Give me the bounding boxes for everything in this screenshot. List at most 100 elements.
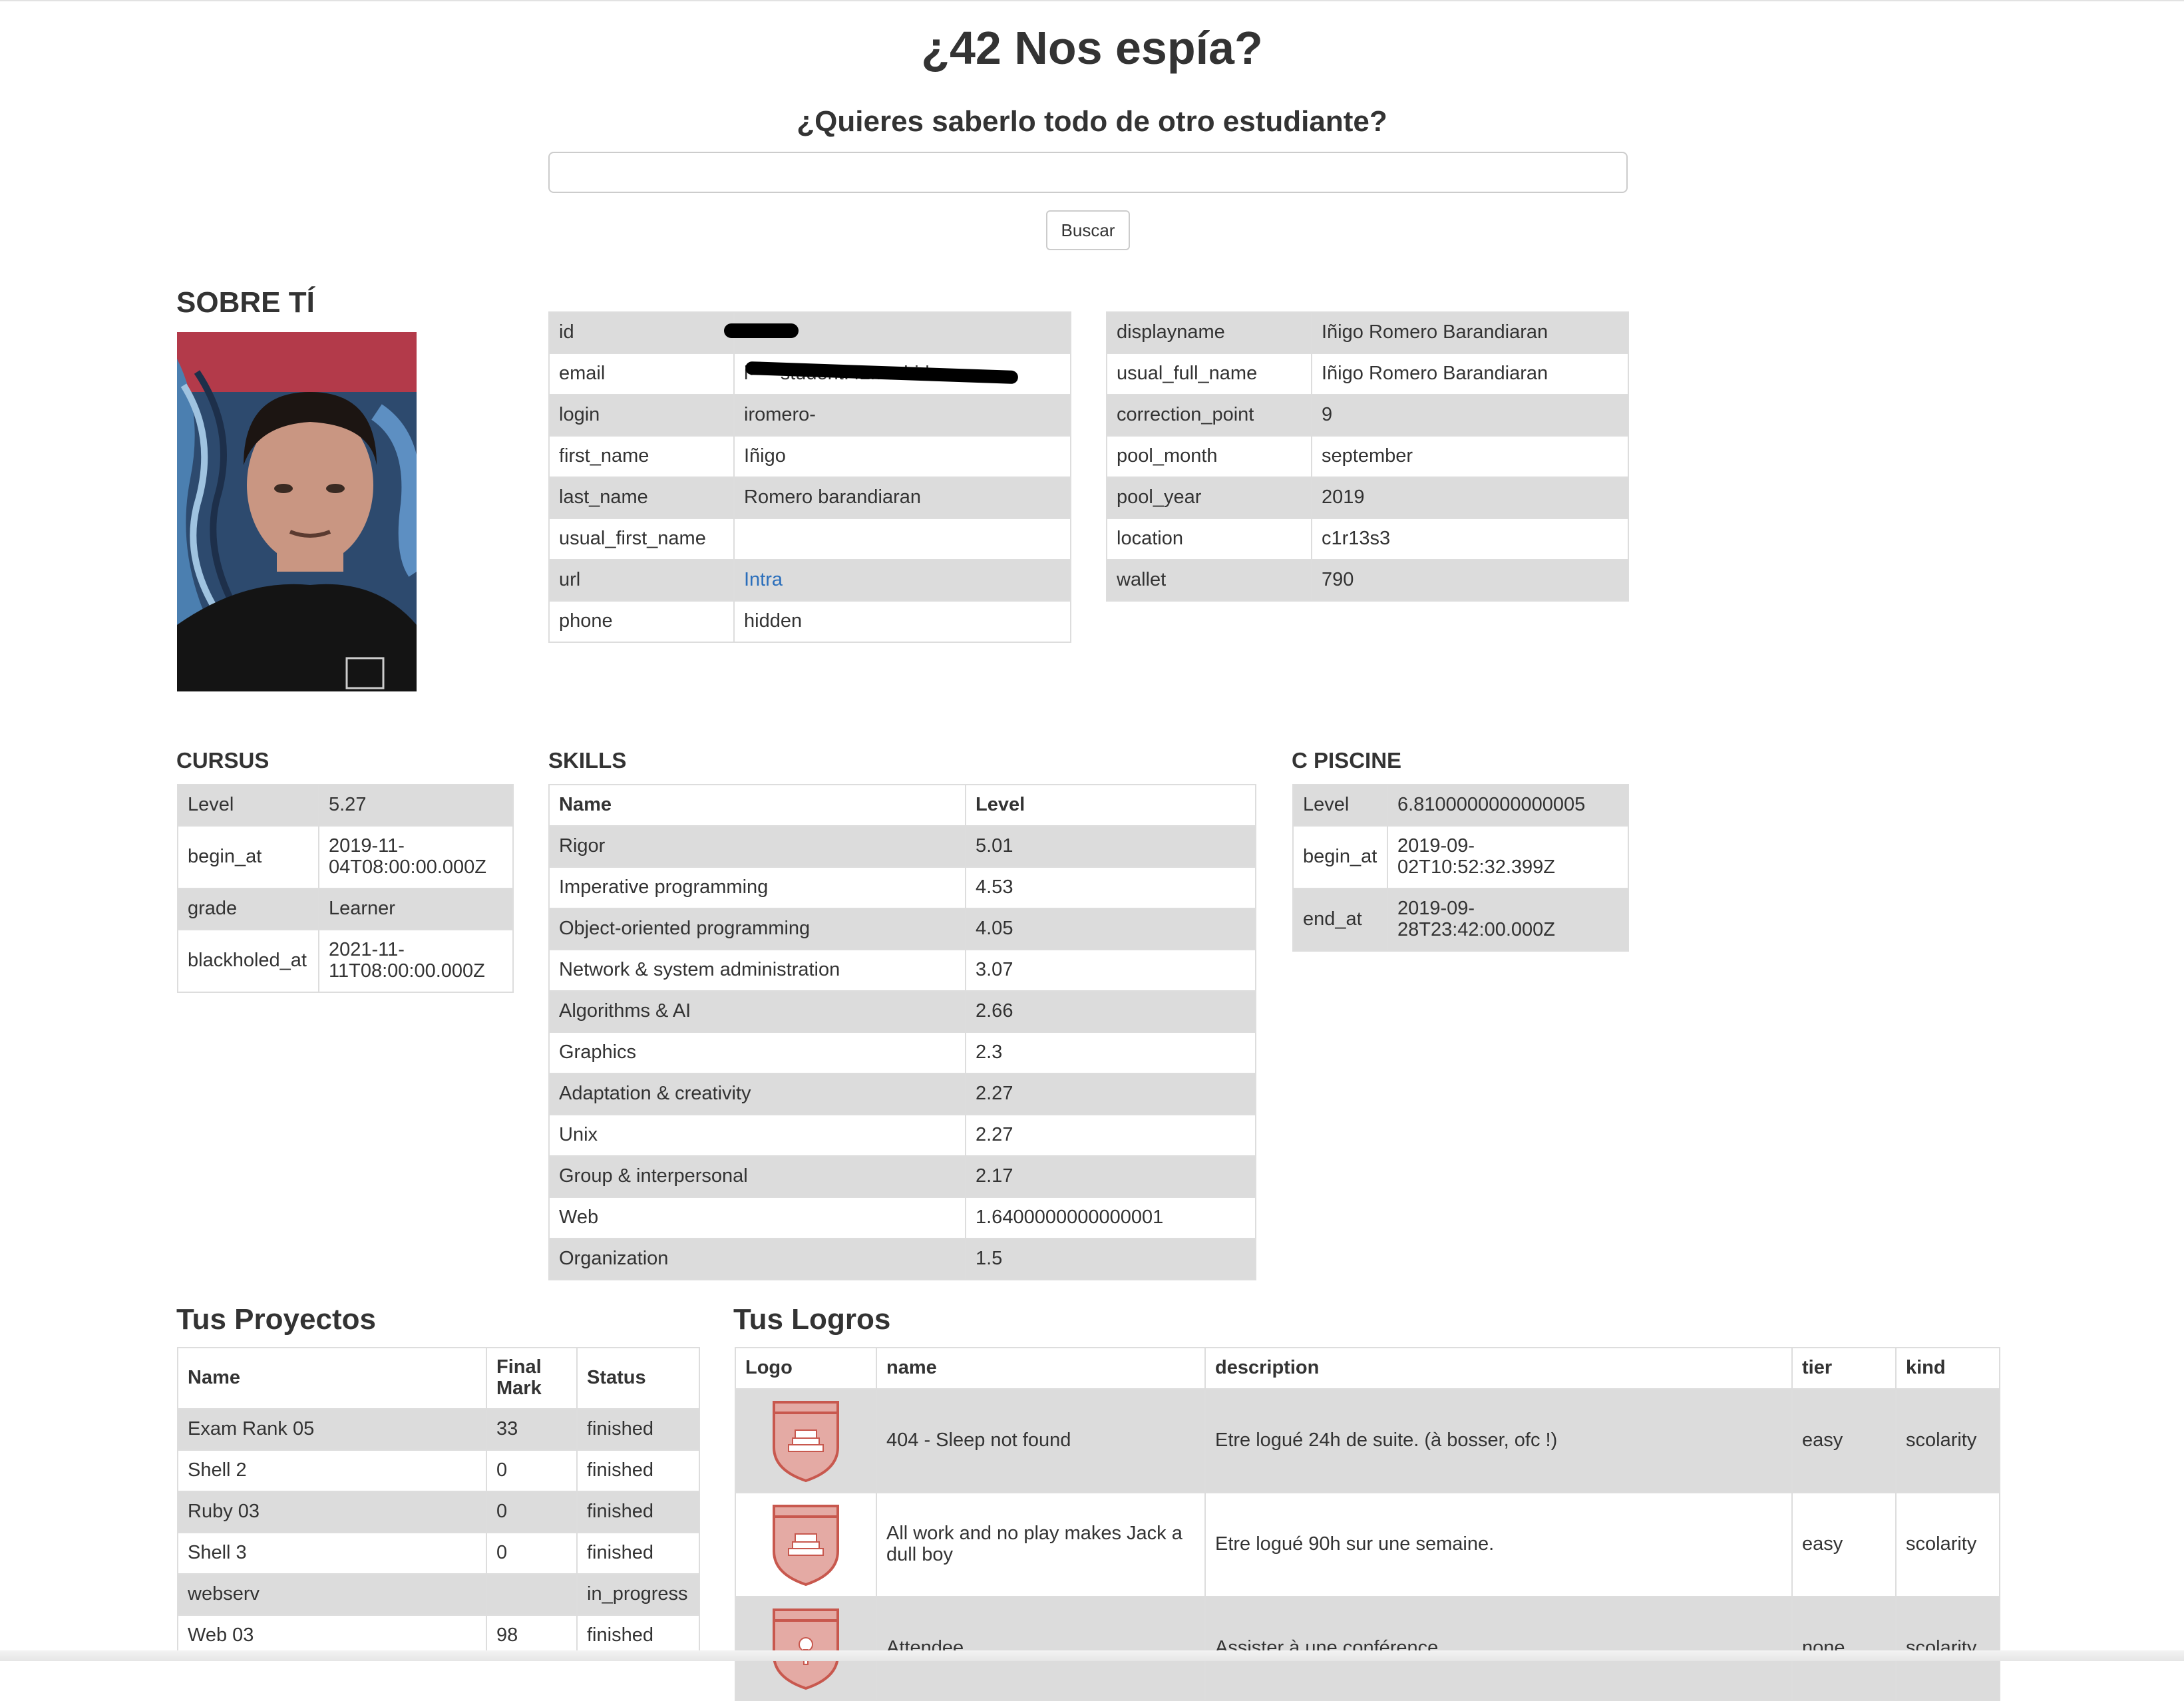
skill-level: 5.01 <box>965 825 1256 868</box>
achievement-logo <box>735 1388 877 1493</box>
about-field-key: id <box>548 311 735 354</box>
about-field-value: Iñigo Romero Barandiaran <box>1311 311 1629 354</box>
project-status: finished <box>576 1408 700 1451</box>
piscine-field-row: end_at 2019-09-28T23:42:00.000Z <box>1292 888 1629 952</box>
achievement-kind: scolarity <box>1895 1388 2000 1493</box>
projects-col-name: Name <box>177 1347 487 1410</box>
skills-col-name: Name <box>548 784 966 827</box>
about-field-value: Iñigo Romero Barandiaran <box>1311 353 1629 395</box>
about-field-row: usual_full_name Iñigo Romero Barandiaran <box>1106 353 1629 395</box>
about-field-row: id <box>548 311 1071 354</box>
projects-col-status: Status <box>576 1347 700 1410</box>
skill-row: Graphics 2.3 <box>548 1032 1256 1074</box>
about-field-key: pool_year <box>1106 476 1312 519</box>
achievement-row: 404 - Sleep not found Etre logué 24h de s… <box>735 1388 2000 1493</box>
profile-photo-image <box>177 332 417 691</box>
skill-name: Rigor <box>548 825 966 868</box>
project-name: webserv <box>177 1573 487 1616</box>
about-field-value: 790 <box>1311 559 1629 602</box>
skill-row: Organization 1.5 <box>548 1238 1256 1280</box>
redaction-mark-id <box>724 323 799 338</box>
piscine-field-row: begin_at 2019-09-02T10:52:32.399Z <box>1292 825 1629 889</box>
skill-level: 2.66 <box>965 990 1256 1033</box>
about-table-2: displayname Iñigo Romero Barandiaran usual… <box>1106 311 1629 602</box>
achievement-logo <box>735 1596 877 1701</box>
cursus-field-key: grade <box>177 888 319 930</box>
skill-level: 3.07 <box>965 949 1256 992</box>
project-name: Shell 3 <box>177 1532 487 1575</box>
achievement-description: Assister à une conférence. <box>1204 1596 1793 1701</box>
project-status: finished <box>576 1449 700 1492</box>
projects-col-mark: Final Mark <box>486 1347 578 1410</box>
search-input[interactable] <box>548 152 1628 193</box>
project-name: Shell 2 <box>177 1449 487 1492</box>
about-table-1: idemaili·····student.42madrid.comloginir… <box>548 311 1071 643</box>
about-field-value <box>733 518 1071 560</box>
search-button[interactable]: Buscar <box>1046 210 1130 250</box>
cursus-field-key: begin_at <box>177 825 319 889</box>
piscine-field-row: Level 6.8100000000000005 <box>1292 784 1629 827</box>
skill-row: Algorithms & AI 2.66 <box>548 990 1256 1033</box>
about-field-row: displayname Iñigo Romero Barandiaran <box>1106 311 1629 354</box>
piscine-field-value: 2019-09-28T23:42:00.000Z <box>1387 888 1629 952</box>
about-field-key: correction_point <box>1106 394 1312 437</box>
about-field-key: pool_month <box>1106 435 1312 478</box>
cursus-field-row: grade Learner <box>177 888 514 930</box>
achievement-description: Etre logué 90h sur une semaine. <box>1204 1492 1793 1597</box>
cursus-field-value: Learner <box>318 888 514 930</box>
skill-name: Web <box>548 1197 966 1239</box>
about-field-value: 2019 <box>1311 476 1629 519</box>
project-status: finished <box>576 1532 700 1575</box>
cursus-field-key: blackholed_at <box>177 929 319 993</box>
skill-name: Algorithms & AI <box>548 990 966 1033</box>
piscine-field-key: end_at <box>1292 888 1388 952</box>
achievement-name: Attendee <box>876 1596 1206 1701</box>
about-field-row: location c1r13s3 <box>1106 518 1629 560</box>
about-field-key: usual_first_name <box>548 518 735 560</box>
skills-heading: SKILLS <box>548 748 627 773</box>
about-field-row: first_name Iñigo <box>548 435 1071 478</box>
profile-photo <box>177 332 417 691</box>
project-mark <box>486 1573 578 1616</box>
skill-level: 1.6400000000000001 <box>965 1197 1256 1239</box>
project-status: finished <box>576 1491 700 1533</box>
about-field-value: hidden <box>733 600 1071 643</box>
piscine-field-value: 6.8100000000000005 <box>1387 784 1629 827</box>
skill-row: Rigor 5.01 <box>548 825 1256 868</box>
cursus-field-value: 5.27 <box>318 784 514 827</box>
cursus-field-row: begin_at 2019-11-04T08:00:00.000Z <box>177 825 514 889</box>
achievement-row: All work and no play makes Jack a dull b… <box>735 1492 2000 1597</box>
skill-row: Object-oriented programming 4.05 <box>548 908 1256 950</box>
project-row: webserv in_progress <box>177 1573 700 1616</box>
projects-table: Name Final Mark Status Exam Rank 05 33 fin… <box>177 1347 700 1657</box>
piscine-field-key: Level <box>1292 784 1388 827</box>
cursus-heading: CURSUS <box>176 748 270 773</box>
achievement-name: 404 - Sleep not found <box>876 1388 1206 1493</box>
skill-level: 2.27 <box>965 1073 1256 1115</box>
about-heading: SOBRE TÍ <box>176 286 315 319</box>
project-row: Shell 2 0 finished <box>177 1449 700 1492</box>
achievements-col-logo: Logo <box>735 1347 877 1390</box>
cursus-field-row: Level 5.27 <box>177 784 514 827</box>
achievements-col-kind: kind <box>1895 1347 2000 1390</box>
piscine-field-key: begin_at <box>1292 825 1388 889</box>
skill-name: Adaptation & creativity <box>548 1073 966 1115</box>
about-field-value: Romero barandiaran <box>733 476 1071 519</box>
about-field-key: url <box>548 559 735 602</box>
skill-row: Web 1.6400000000000001 <box>548 1197 1256 1239</box>
skill-row: Imperative programming 4.53 <box>548 866 1256 909</box>
skills-table: Name Level Rigor 5.01 Imperative programmi… <box>548 784 1256 1280</box>
about-field-value: september <box>1311 435 1629 478</box>
achievement-logo <box>735 1492 877 1597</box>
achievement-description: Etre logué 24h de suite. (à bosser, ofc … <box>1204 1388 1793 1493</box>
intra-link[interactable]: Intra <box>744 569 783 590</box>
skill-level: 2.17 <box>965 1155 1256 1198</box>
about-field-row: last_name Romero barandiaran <box>548 476 1071 519</box>
achievements-col-name: name <box>876 1347 1206 1390</box>
project-name: Exam Rank 05 <box>177 1408 487 1451</box>
achievement-name: All work and no play makes Jack a dull b… <box>876 1492 1206 1597</box>
skill-name: Imperative programming <box>548 866 966 909</box>
about-field-value: 9 <box>1311 394 1629 437</box>
project-mark: 0 <box>486 1491 578 1533</box>
cursus-field-key: Level <box>177 784 319 827</box>
